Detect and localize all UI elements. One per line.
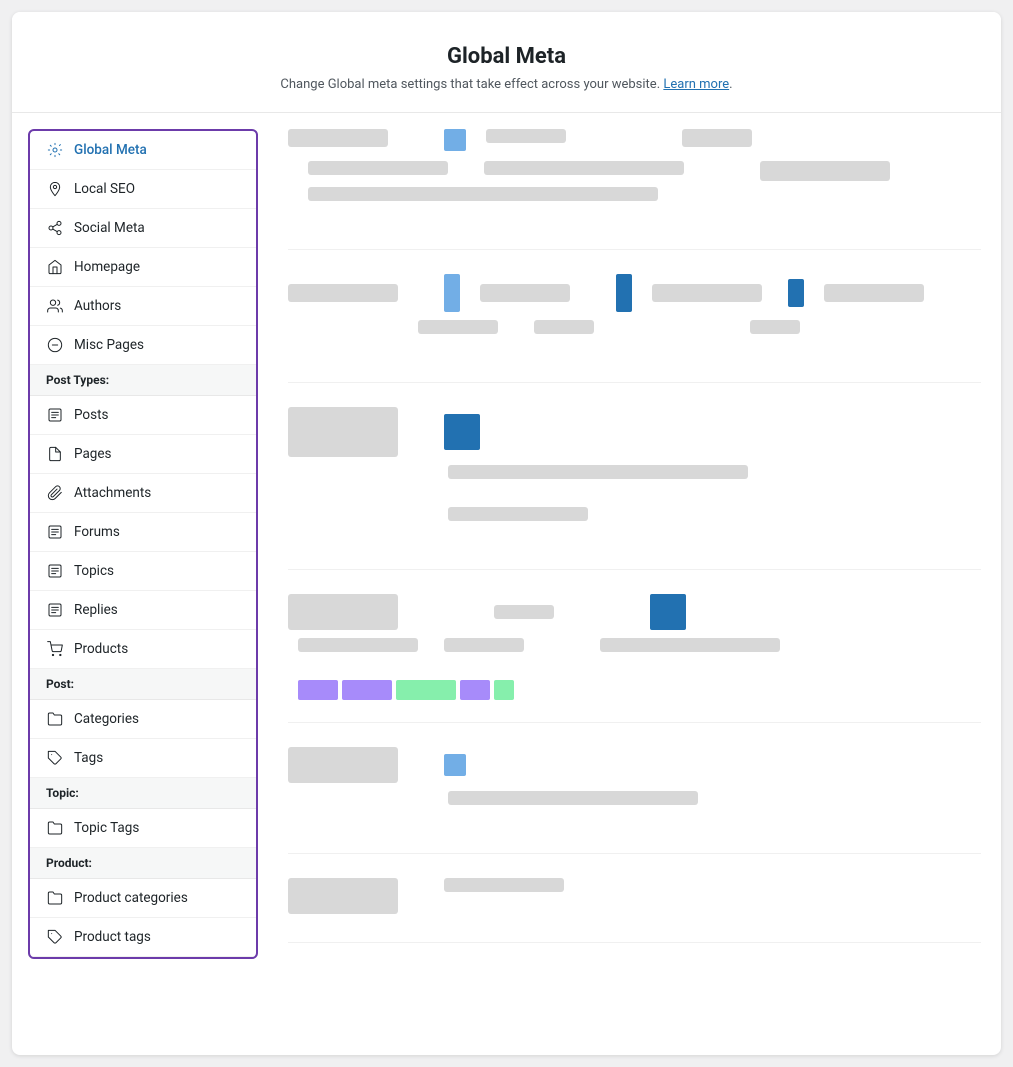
sidebar-item-pages[interactable]: Pages xyxy=(30,435,256,474)
folder-icon xyxy=(46,710,64,728)
sidebar-item-topic-tags[interactable]: Topic Tags xyxy=(30,809,256,848)
sidebar-label-global-meta: Global Meta xyxy=(74,142,147,158)
sidebar-label-topics: Topics xyxy=(74,563,114,579)
sidebar-item-categories[interactable]: Categories xyxy=(30,700,256,739)
sidebar-item-tags[interactable]: Tags xyxy=(30,739,256,778)
sidebar-item-replies[interactable]: Replies xyxy=(30,591,256,630)
sidebar-item-homepage[interactable]: Homepage xyxy=(30,248,256,287)
sidebar-item-misc-pages[interactable]: Misc Pages xyxy=(30,326,256,365)
sidebar-item-topics[interactable]: Topics xyxy=(30,552,256,591)
page-description: Change Global meta settings that take ef… xyxy=(32,77,981,92)
sidebar-item-local-seo[interactable]: Local SEO xyxy=(30,170,256,209)
sidebar-item-forums[interactable]: Forums xyxy=(30,513,256,552)
section-header-post: Post: xyxy=(30,669,256,700)
sidebar-item-products[interactable]: Products xyxy=(30,630,256,669)
share-icon xyxy=(46,219,64,237)
sidebar-label-tags: Tags xyxy=(74,750,103,766)
sidebar-item-product-categories[interactable]: Product categories xyxy=(30,879,256,918)
section-header-product: Product: xyxy=(30,848,256,879)
sidebar-label-attachments: Attachments xyxy=(74,485,151,501)
product-categories-folder-icon xyxy=(46,889,64,907)
content-section-2 xyxy=(288,274,981,383)
content-section-6 xyxy=(288,878,981,943)
page-icon xyxy=(46,445,64,463)
gear-icon xyxy=(46,141,64,159)
sidebar-label-social-meta: Social Meta xyxy=(74,220,145,236)
sidebar-label-authors: Authors xyxy=(74,298,121,314)
paperclip-icon xyxy=(46,484,64,502)
sidebar-item-posts[interactable]: Posts xyxy=(30,396,256,435)
sidebar-item-social-meta[interactable]: Social Meta xyxy=(30,209,256,248)
page-title: Global Meta xyxy=(32,44,981,69)
product-tags-tag-icon xyxy=(46,928,64,946)
sidebar-label-homepage: Homepage xyxy=(74,259,140,275)
tag-icon xyxy=(46,749,64,767)
sidebar-label-replies: Replies xyxy=(74,602,118,618)
sidebar-label-pages: Pages xyxy=(74,446,112,462)
sidebar-label-posts: Posts xyxy=(74,407,108,423)
users-icon xyxy=(46,297,64,315)
sidebar-item-attachments[interactable]: Attachments xyxy=(30,474,256,513)
cart-icon xyxy=(46,640,64,658)
topic-tags-folder-icon xyxy=(46,819,64,837)
document-icon xyxy=(46,406,64,424)
circle-dash-icon xyxy=(46,336,64,354)
content-section-1 xyxy=(288,129,981,250)
sidebar-label-topic-tags: Topic Tags xyxy=(74,820,139,836)
content-section-5 xyxy=(288,747,981,854)
sidebar-item-global-meta[interactable]: Global Meta xyxy=(30,131,256,170)
page-wrapper: Global Meta Change Global meta settings … xyxy=(12,12,1001,1055)
sidebar: Global Meta Local SEO xyxy=(28,129,258,959)
replies-icon xyxy=(46,601,64,619)
location-icon xyxy=(46,180,64,198)
sidebar-item-product-tags[interactable]: Product tags xyxy=(30,918,256,957)
sidebar-label-product-categories: Product categories xyxy=(74,890,188,906)
topics-icon xyxy=(46,562,64,580)
sidebar-label-products: Products xyxy=(74,641,128,657)
content-section-3 xyxy=(288,407,981,570)
content-section-4 xyxy=(288,594,981,723)
learn-more-link[interactable]: Learn more xyxy=(663,77,729,92)
home-icon xyxy=(46,258,64,276)
sidebar-label-product-tags: Product tags xyxy=(74,929,151,945)
sidebar-label-forums: Forums xyxy=(74,524,120,540)
forums-icon xyxy=(46,523,64,541)
sidebar-label-misc-pages: Misc Pages xyxy=(74,337,144,353)
main-content xyxy=(268,113,1001,1055)
content-area: Global Meta Local SEO xyxy=(12,113,1001,1055)
sidebar-label-local-seo: Local SEO xyxy=(74,181,135,197)
section-header-post-types: Post Types: xyxy=(30,365,256,396)
sidebar-label-categories: Categories xyxy=(74,711,139,727)
sidebar-item-authors[interactable]: Authors xyxy=(30,287,256,326)
page-header: Global Meta Change Global meta settings … xyxy=(12,12,1001,113)
section-header-topic: Topic: xyxy=(30,778,256,809)
